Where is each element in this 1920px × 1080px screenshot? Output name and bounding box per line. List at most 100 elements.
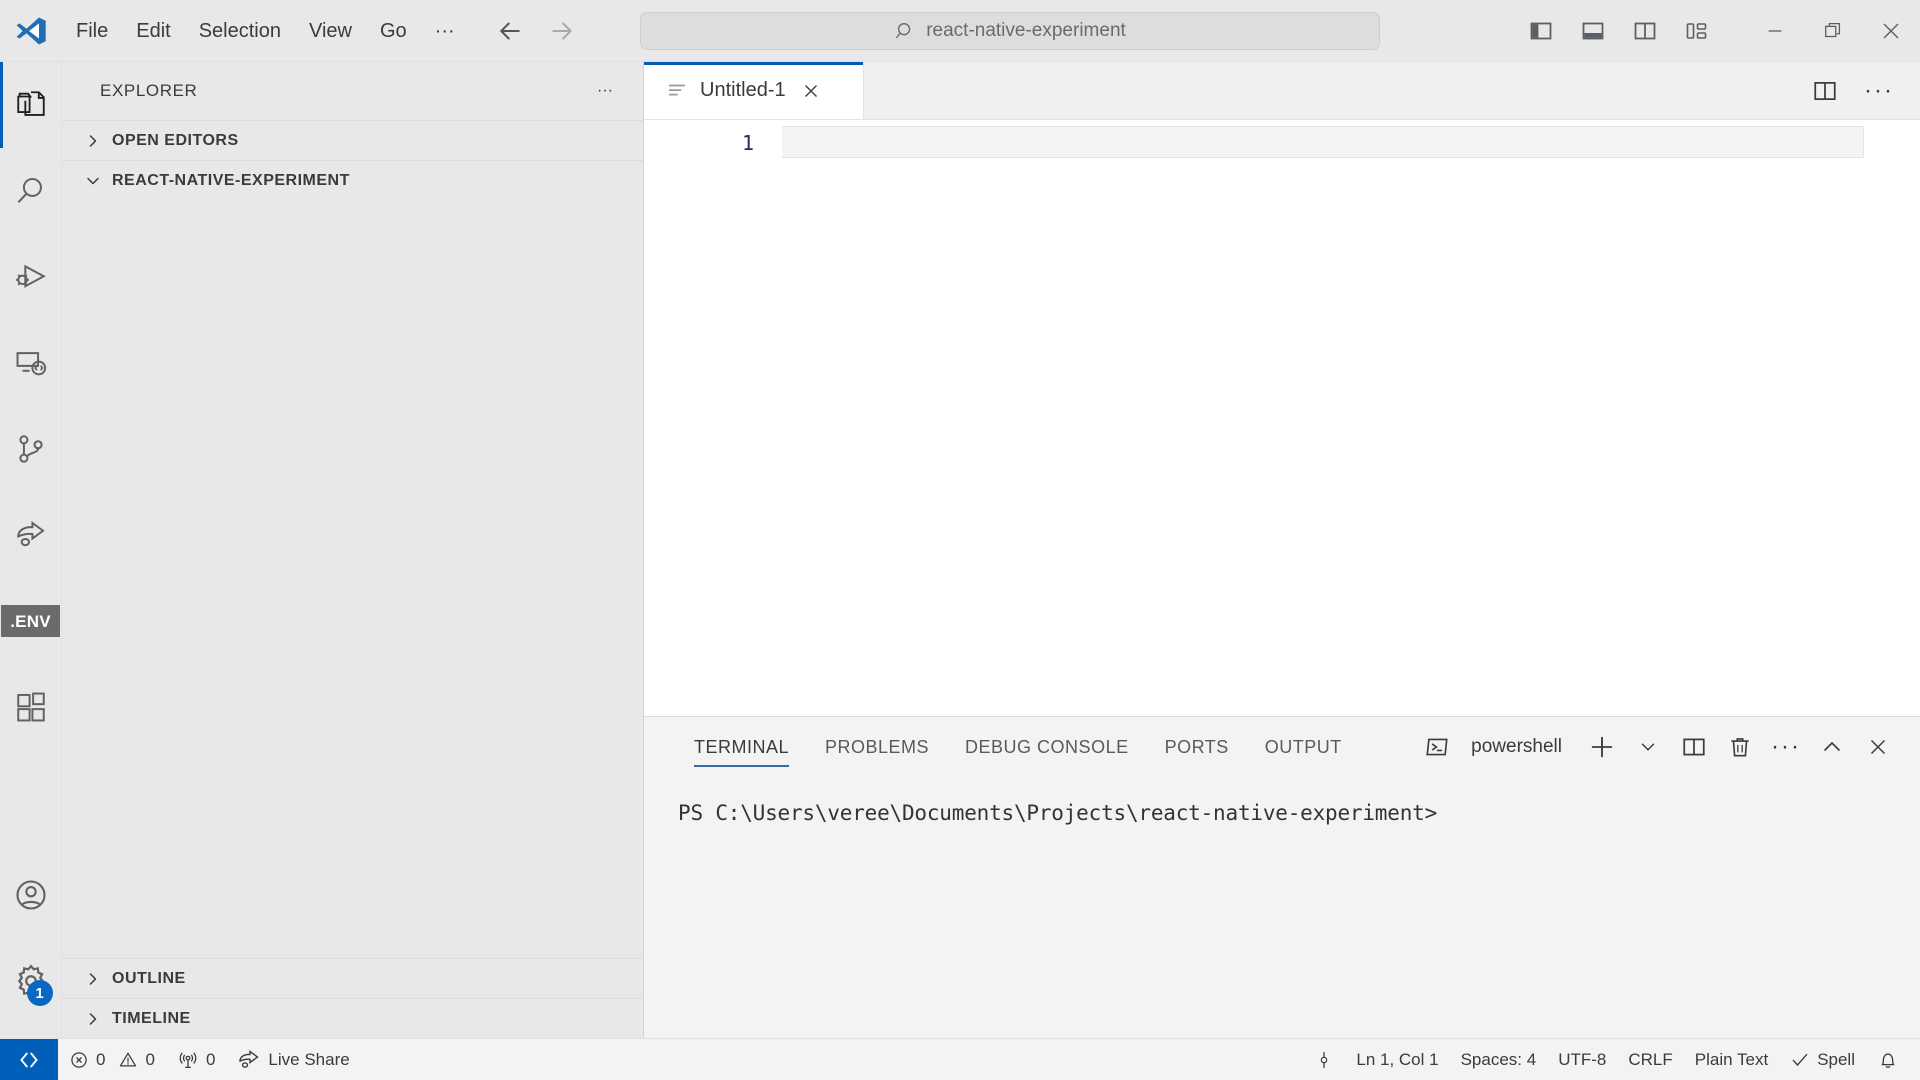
status-ports-count: 0 [205, 1049, 216, 1069]
status-spell-label: Spell [1817, 1049, 1855, 1069]
toggle-secondary-sidebar-icon[interactable] [1630, 16, 1660, 46]
status-errors[interactable]: 0 0 [58, 1039, 166, 1080]
bottom-panel: TERMINAL PROBLEMS DEBUG CONSOLE PORTS OU… [644, 716, 1920, 1038]
close-icon[interactable] [798, 78, 824, 104]
source-control-icon [14, 432, 48, 466]
status-cursor-position[interactable]: Ln 1, Col 1 [1345, 1039, 1449, 1080]
panel-header: TERMINAL PROBLEMS DEBUG CONSOLE PORTS OU… [644, 717, 1920, 777]
maximize-button[interactable] [1804, 0, 1862, 62]
section-timeline[interactable]: TIMELINE [62, 998, 643, 1038]
line-number: 1 [741, 131, 754, 155]
manage-badge: 1 [26, 980, 53, 1006]
file-tree[interactable] [62, 200, 643, 958]
menu-edit[interactable]: Edit [122, 15, 184, 47]
status-notifications[interactable] [1866, 1039, 1910, 1080]
editor-tabs-bar: Untitled-1 ··· [644, 62, 1920, 120]
split-editor-right-icon[interactable] [1810, 76, 1840, 106]
section-outline-label: OUTLINE [112, 969, 186, 987]
activity-accounts[interactable] [0, 852, 62, 938]
panel-tab-problems[interactable]: PROBLEMS [807, 717, 947, 777]
section-open-editors[interactable]: OPEN EDITORS [62, 120, 643, 160]
arrow-right-icon[interactable] [547, 16, 577, 46]
activity-bar: .ENV 1 [0, 62, 62, 1038]
panel-tab-terminal[interactable]: TERMINAL [676, 717, 807, 777]
terminal-body[interactable]: PS C:\Users\veree\Documents\Projects\rea… [644, 777, 1920, 1038]
current-line-highlight[interactable] [782, 126, 1864, 158]
menu-go[interactable]: Go [366, 15, 421, 47]
toggle-primary-sidebar-icon[interactable] [1526, 16, 1556, 46]
terminal-dropdown-icon[interactable] [1628, 727, 1668, 767]
status-remote-indicator[interactable] [0, 1039, 58, 1080]
new-terminal-icon[interactable] [1582, 727, 1622, 767]
account-icon [13, 877, 49, 913]
status-live-share-label: Live Share [268, 1049, 350, 1069]
minimize-button[interactable] [1746, 0, 1804, 62]
status-spell[interactable]: Spell [1779, 1039, 1866, 1080]
toggle-panel-icon[interactable] [1578, 16, 1608, 46]
live-share-icon [14, 518, 48, 552]
status-bar-spacer [361, 1039, 1304, 1080]
window-controls [1526, 0, 1920, 62]
text-editor[interactable]: 1 [644, 120, 1920, 716]
activity-live-share[interactable] [0, 492, 62, 578]
terminal-prompt: PS C:\Users\veree\Documents\Projects\rea… [678, 801, 1438, 825]
plain-text-file-icon [666, 80, 688, 102]
activity-search[interactable] [0, 148, 62, 234]
chevron-right-icon [84, 971, 102, 987]
status-eol[interactable]: CRLF [1617, 1039, 1683, 1080]
chevron-right-icon [84, 1011, 102, 1027]
status-ports[interactable]: 0 [166, 1039, 226, 1080]
close-panel-icon[interactable] [1858, 727, 1898, 767]
status-indentation[interactable]: Spaces: 4 [1450, 1039, 1548, 1080]
panel-tab-output[interactable]: OUTPUT [1247, 717, 1360, 777]
bell-icon [1877, 1049, 1899, 1071]
explorer-more-actions-icon[interactable]: ··· [591, 82, 619, 100]
activity-extensions[interactable] [0, 664, 62, 750]
section-workspace-folder[interactable]: REACT-NATIVE-EXPERIMENT [62, 160, 643, 200]
search-icon [894, 20, 916, 42]
remote-window-icon [16, 1047, 42, 1073]
arrow-left-icon[interactable] [495, 16, 525, 46]
more-actions-icon[interactable]: ··· [1864, 76, 1894, 106]
section-workspace-folder-label: REACT-NATIVE-EXPERIMENT [112, 171, 350, 189]
split-terminal-icon[interactable] [1674, 727, 1714, 767]
status-encoding[interactable]: UTF-8 [1547, 1039, 1617, 1080]
menu-file[interactable]: File [62, 15, 122, 47]
explorer-title-bar: EXPLORER ··· [62, 62, 643, 120]
panel-more-actions-icon[interactable]: ··· [1766, 727, 1806, 767]
customize-layout-icon[interactable] [1682, 16, 1712, 46]
remote-explorer-icon [14, 346, 48, 380]
tab-label: Untitled-1 [700, 79, 786, 101]
menu-selection[interactable]: Selection [185, 15, 295, 47]
title-bar: File Edit Selection View Go ··· react-na… [0, 0, 1920, 62]
run-and-debug-icon [14, 260, 48, 294]
close-button[interactable] [1862, 0, 1920, 62]
pin-icon [1314, 1050, 1334, 1070]
status-pin[interactable] [1303, 1039, 1345, 1080]
page-title: EXPLORER [100, 81, 198, 100]
panel-tab-debug-console[interactable]: DEBUG CONSOLE [947, 717, 1147, 777]
activity-source-control[interactable] [0, 406, 62, 492]
editor-line-1: 1 [644, 126, 1920, 160]
navigation-arrows [495, 16, 577, 46]
activity-manage[interactable]: 1 [0, 938, 62, 1024]
command-center: react-native-experiment [640, 11, 1380, 50]
status-live-share[interactable]: Live Share [226, 1039, 360, 1080]
menu-view[interactable]: View [295, 15, 366, 47]
menu-more-icon[interactable]: ··· [421, 15, 469, 47]
activity-run-debug[interactable] [0, 234, 62, 320]
activity-dotenv[interactable]: .ENV [0, 578, 62, 664]
search-input[interactable]: react-native-experiment [640, 11, 1380, 50]
maximize-panel-icon[interactable] [1812, 727, 1852, 767]
terminal-name[interactable]: powershell [1471, 736, 1562, 758]
tab-untitled-1[interactable]: Untitled-1 [644, 62, 864, 119]
kill-terminal-icon[interactable] [1720, 727, 1760, 767]
activity-remote-explorer[interactable] [0, 320, 62, 406]
activity-explorer[interactable] [0, 62, 62, 148]
sidebar-footer-sections: OUTLINE TIMELINE [62, 958, 643, 1038]
section-outline[interactable]: OUTLINE [62, 958, 643, 998]
status-language-mode[interactable]: Plain Text [1684, 1039, 1779, 1080]
panel-tab-ports[interactable]: PORTS [1147, 717, 1247, 777]
extensions-icon [14, 690, 48, 724]
editor-actions: ··· [1810, 62, 1920, 119]
